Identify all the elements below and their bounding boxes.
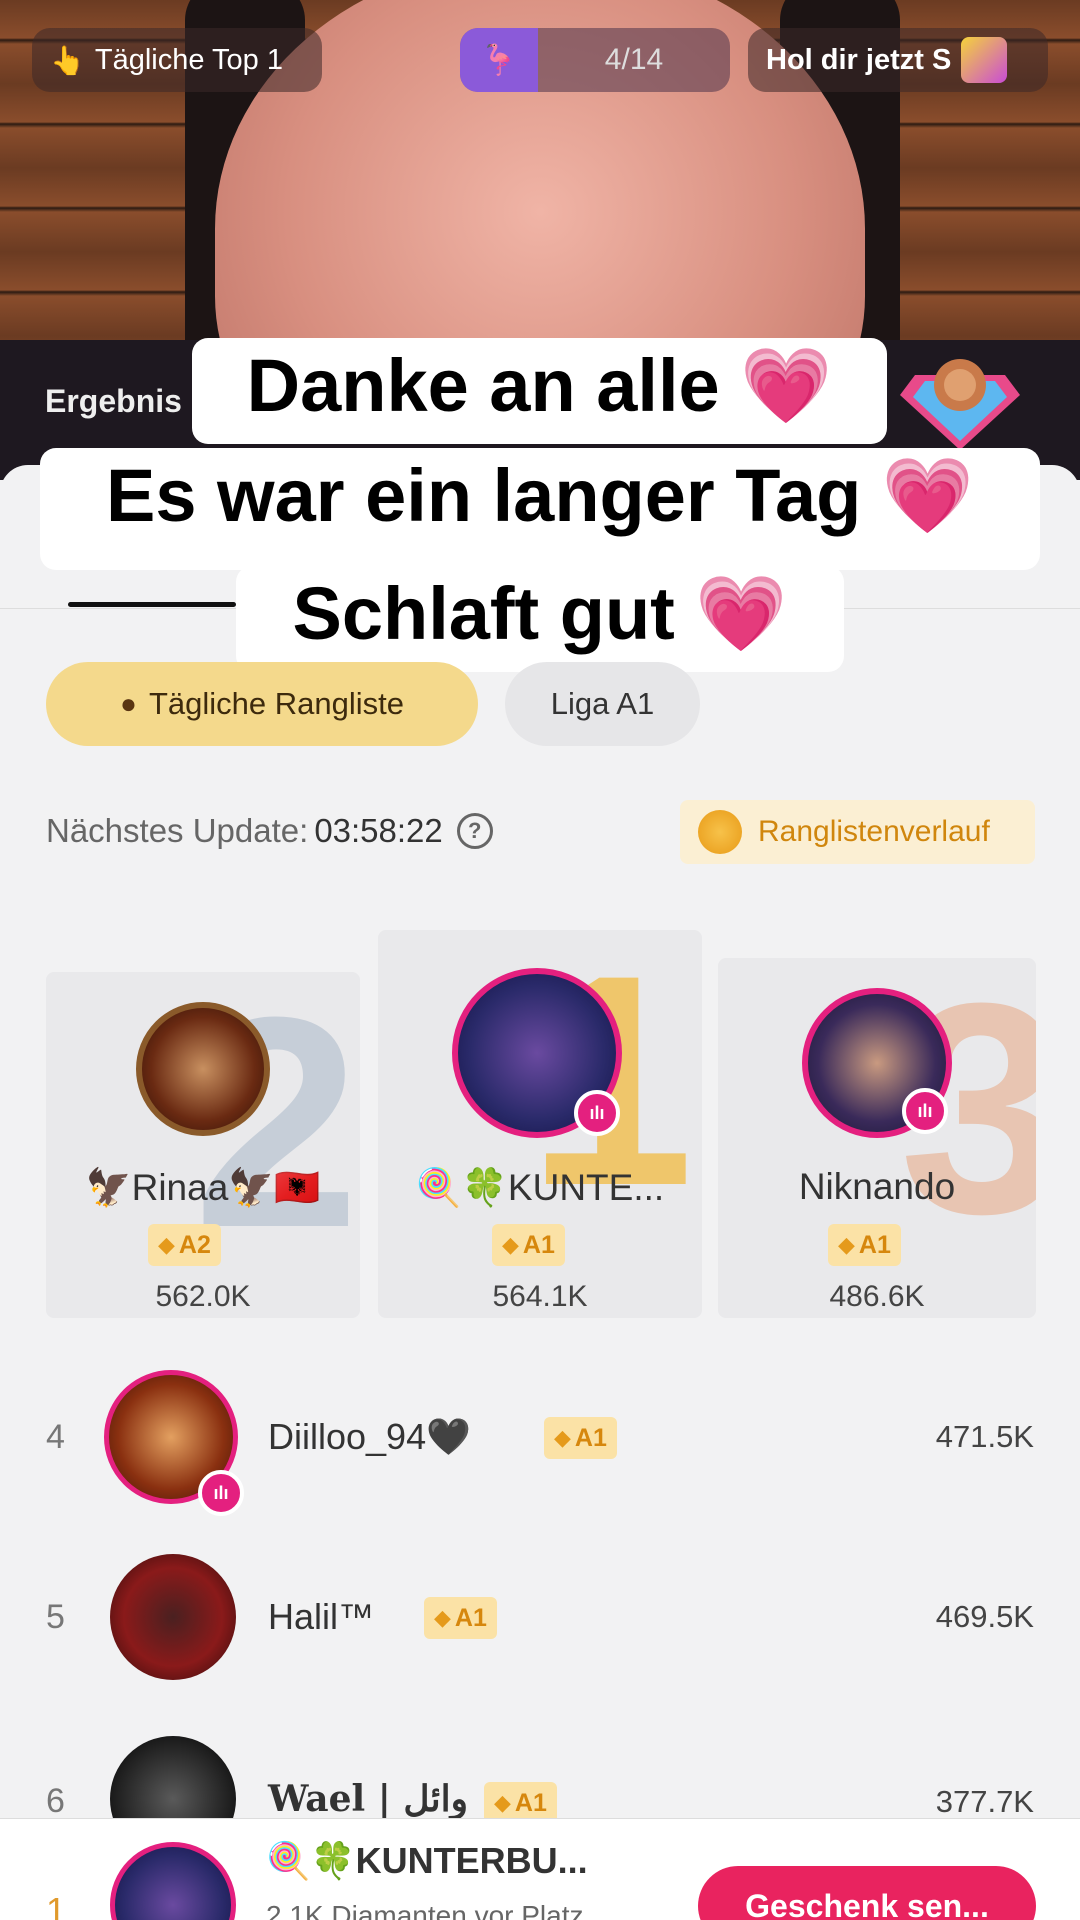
tier-badge: ◆ A1: [492, 1224, 565, 1266]
list-score: 377.7K: [935, 1784, 1034, 1819]
tier-label: A1: [522, 1230, 555, 1259]
gift-box-icon: [961, 37, 1008, 83]
tier-label: A1: [514, 1788, 547, 1817]
caption-line-1-text: Danke an alle: [246, 344, 720, 427]
daily-top-pill[interactable]: 👆 Tägliche Top 1: [32, 28, 322, 92]
podium-user-name: 🍭🍀KUNTE...: [415, 1167, 665, 1208]
tier-label: A1: [574, 1423, 607, 1452]
flamingo-icon: 🦩: [460, 28, 538, 92]
diamond-icon: ◆: [434, 1605, 451, 1630]
tier-badge: ◆ A1: [544, 1417, 617, 1459]
medal-icon: [698, 810, 742, 854]
list-user-name: Diilloo_94🖤: [268, 1416, 471, 1457]
diamond-icon: ◆: [158, 1232, 175, 1257]
next-update-row: Nächstes Update: 03:58:22 ?: [46, 812, 493, 850]
podium-rank-1[interactable]: 1 ılı 🍭🍀KUNTE... ◆A1 564.1K: [378, 930, 702, 1318]
list-rank: 5: [46, 1598, 65, 1636]
tab-daily-ranking[interactable]: ● Tägliche Rangliste: [46, 662, 478, 746]
list-score: 469.5K: [935, 1599, 1034, 1634]
next-update-label: Nächstes Update:: [46, 812, 309, 849]
podium-rank-2[interactable]: 2 🦅Rinaa🦅🇦🇱 ◆ A2 562.0K: [46, 972, 360, 1318]
diamonds-behind-text: 2.1K Diamanten vor Platz: [266, 1900, 584, 1920]
podium-score: 562.0K: [155, 1280, 251, 1313]
heart-icon: 💗: [881, 454, 975, 537]
avatar[interactable]: [110, 1554, 236, 1680]
heart-icon: 💗: [740, 344, 833, 427]
avatar[interactable]: [136, 1002, 270, 1136]
active-tab-underline: [68, 602, 236, 607]
heart-icon: 💗: [695, 572, 788, 655]
podium-user-name: 🦅Rinaa🦅🇦🇱: [85, 1167, 321, 1208]
tier-badge: ◆ A1: [828, 1224, 901, 1266]
list-user-name: Wael | وائل: [268, 1778, 469, 1820]
goal-progress-pill[interactable]: 🦩 4/14: [460, 28, 730, 92]
send-gift-button[interactable]: Geschenk sen...: [698, 1866, 1036, 1920]
goal-progress-count: 4/14: [604, 43, 664, 76]
caption-line-3-text: Schlaft gut: [292, 572, 675, 655]
ranking-history-label: Ranglistenverlauf: [758, 815, 990, 848]
caption-line-2: Es war ein langer Tag 💗: [40, 448, 1040, 570]
diamond-icon: ◆: [554, 1425, 571, 1450]
ranking-history-button[interactable]: Ranglistenverlauf: [680, 800, 1035, 864]
podium-user-name: Niknando: [798, 1166, 956, 1207]
live-indicator-icon: ılı: [574, 1090, 620, 1136]
live-indicator-icon: ılı: [902, 1088, 948, 1134]
help-icon[interactable]: ?: [456, 813, 493, 849]
league-diamond-icon: [900, 359, 1020, 450]
list-rank: 4: [46, 1418, 65, 1456]
tier-badge: ◆ A1: [424, 1597, 497, 1639]
promo-label: Hol dir jetzt S: [766, 43, 952, 76]
daily-top-label: Tägliche Top 1: [94, 43, 283, 76]
caption-line-2-text: Es war ein langer Tag: [105, 454, 862, 537]
list-rank: 6: [46, 1782, 65, 1820]
podium-score: 564.1K: [492, 1280, 588, 1313]
next-update-time: 03:58:22: [314, 812, 443, 849]
podium-score: 486.6K: [829, 1280, 925, 1313]
diamond-icon: ◆: [502, 1232, 519, 1257]
list-item[interactable]: 5 Halil™ ◆ A1 469.5K: [0, 1542, 1080, 1692]
diamond-icon: ◆: [494, 1790, 511, 1815]
tab-daily-ranking-label: Tägliche Rangliste: [148, 686, 404, 721]
thumb-icon: 👆: [50, 44, 85, 76]
tier-badge: ◆ A2: [148, 1224, 221, 1266]
list-user-name: Halil™: [268, 1596, 375, 1637]
tier-label: A1: [454, 1603, 487, 1632]
live-indicator-icon: ılı: [198, 1470, 244, 1516]
list-score: 471.5K: [935, 1419, 1034, 1454]
promo-pill[interactable]: Hol dir jetzt S: [748, 28, 1048, 92]
tab-league[interactable]: Liga A1: [505, 662, 700, 746]
tier-label: A1: [858, 1230, 891, 1259]
caption-line-3: Schlaft gut 💗: [236, 566, 844, 672]
flame-icon: ●: [120, 688, 137, 719]
tab-league-label: Liga A1: [550, 686, 655, 721]
caption-line-1: Danke an alle 💗: [192, 338, 887, 444]
my-rank: 1: [46, 1890, 67, 1920]
podium-rank-3[interactable]: 3 ılı Niknando ◆ A1 486.6K: [718, 958, 1036, 1318]
list-item[interactable]: 4 ılı Diilloo_94🖤 ◆ A1 471.5K: [0, 1362, 1080, 1516]
results-label: Ergebnis: [45, 383, 182, 419]
diamond-icon: ◆: [838, 1232, 855, 1257]
tier-label: A2: [178, 1230, 211, 1259]
my-user-name: 🍭🍀KUNTERBU...: [266, 1840, 588, 1881]
